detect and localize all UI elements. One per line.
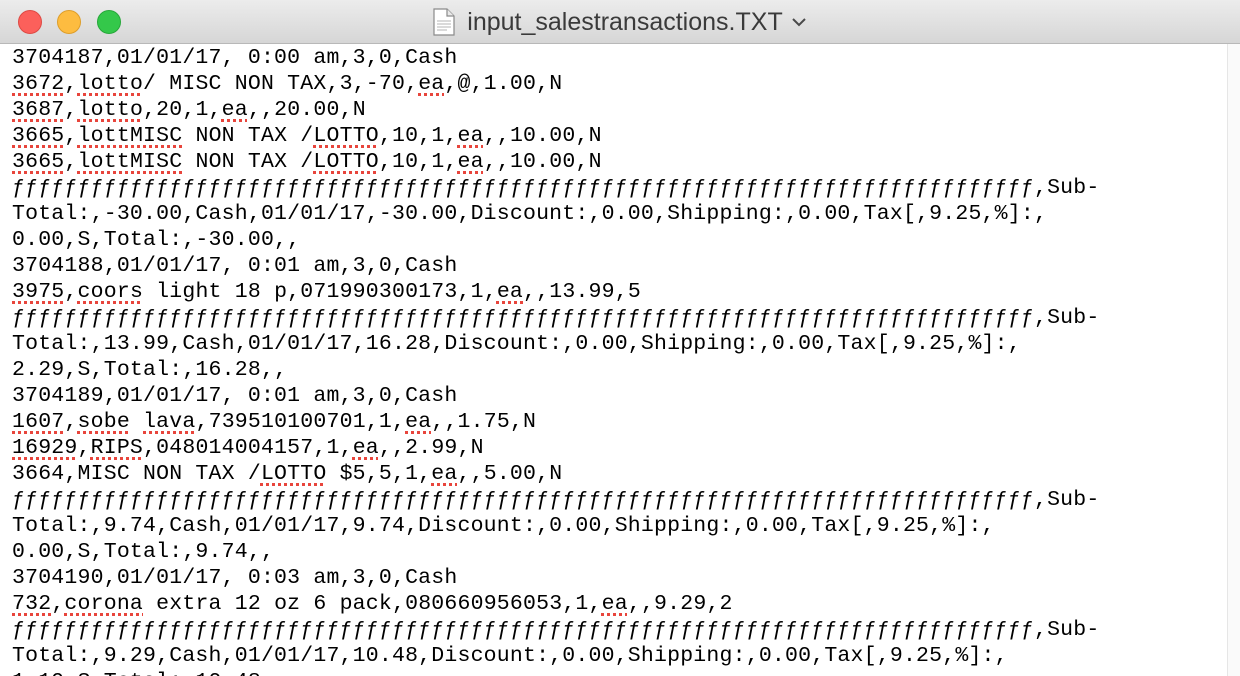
- chevron-down-icon[interactable]: [791, 17, 807, 27]
- misspelled-word: ea: [457, 150, 484, 174]
- misspelled-word: corona: [64, 592, 144, 616]
- misspelled-word: 3665: [12, 150, 65, 174]
- text-editor-area[interactable]: 3704187,01/01/17, 0:00 am,3,0,Cash 3672,l…: [12, 45, 1224, 676]
- misspelled-word: lotto: [77, 98, 144, 122]
- text-line: ƒƒƒƒƒƒƒƒƒƒƒƒƒƒƒƒƒƒƒƒƒƒƒƒƒƒƒƒƒƒƒƒƒƒƒƒƒƒƒƒ…: [12, 618, 1100, 642]
- window-title-group[interactable]: input_salestransactions.TXT: [0, 0, 1240, 44]
- text-line: 3704188,01/01/17, 0:01 am,3,0,Cash: [12, 254, 458, 278]
- misspelled-word: lottMISC: [77, 124, 183, 148]
- misspelled-word: ea: [496, 280, 524, 304]
- document-icon: [433, 8, 455, 36]
- text-line: Total:,9.29,Cash,01/01/17,10.48,Discount…: [12, 644, 1008, 668]
- text-line: 2.29,S,Total:,16.28,,: [12, 358, 288, 382]
- text-line: 3687,lotto,20,1,ea,,20.00,N: [12, 98, 366, 122]
- text-line: 3704189,01/01/17, 0:01 am,3,0,Cash: [12, 384, 458, 408]
- misspelled-word: lottMISC: [77, 150, 183, 174]
- text-line: 1.19,S,Total:,10.48,,: [12, 669, 1224, 676]
- misspelled-word: sobe: [77, 410, 130, 434]
- text-line: 3665,lottMISC NON TAX /LOTTO,10,1,ea,,10…: [12, 124, 602, 148]
- text-line: 3664,MISC NON TAX /LOTTO $5,5,1,ea,,5.00…: [12, 462, 563, 486]
- text-line: 3704187,01/01/17, 0:00 am,3,0,Cash: [12, 46, 458, 70]
- misspelled-word: ea: [457, 124, 484, 148]
- text-line: Total:,-30.00,Cash,01/01/17,-30.00,Disco…: [12, 202, 1048, 226]
- misspelled-word: LOTTO: [313, 124, 379, 148]
- vertical-scrollbar[interactable]: [1227, 44, 1240, 676]
- misspelled-word: lava: [143, 410, 196, 434]
- misspelled-word: ea: [352, 436, 379, 460]
- misspelled-word: LOTTO: [313, 150, 379, 174]
- misspelled-word: coors: [77, 280, 144, 304]
- misspelled-word: 3975: [12, 280, 65, 304]
- text-line: 3975,coors light 18 p,071990300173,1,ea,…: [12, 280, 641, 304]
- text-line: 3672,lotto/ MISC NON TAX,3,-70,ea,@,1.00…: [12, 72, 563, 96]
- misspelled-word: 732: [12, 592, 52, 616]
- misspelled-word: 3687: [12, 98, 65, 122]
- text-line: 16929,RIPS,048014004157,1,ea,,2.99,N: [12, 436, 484, 460]
- misspelled-word: RIPS: [90, 436, 144, 460]
- misspelled-word: ea: [405, 410, 432, 434]
- misspelled-word: ea: [418, 72, 445, 96]
- misspelled-word: LOTTO: [260, 462, 327, 486]
- text-line: 732,corona extra 12 oz 6 pack,0806609560…: [12, 592, 733, 616]
- window-title: input_salestransactions.TXT: [467, 7, 783, 36]
- text-line: 3665,lottMISC NON TAX /LOTTO,10,1,ea,,10…: [12, 150, 602, 174]
- text-line: 3704190,01/01/17, 0:03 am,3,0,Cash: [12, 566, 458, 590]
- misspelled-word: 16929: [12, 436, 78, 460]
- text-editor-window: input_salestransactions.TXT 3704187,01/0…: [0, 0, 1240, 676]
- misspelled-word: ea: [601, 592, 628, 616]
- misspelled-word: lotto: [77, 72, 144, 96]
- text-line: ƒƒƒƒƒƒƒƒƒƒƒƒƒƒƒƒƒƒƒƒƒƒƒƒƒƒƒƒƒƒƒƒƒƒƒƒƒƒƒƒ…: [12, 176, 1100, 200]
- text-line: Total:,9.74,Cash,01/01/17,9.74,Discount:…: [12, 514, 995, 538]
- title-bar[interactable]: input_salestransactions.TXT: [0, 0, 1240, 44]
- text-line: 0.00,S,Total:,-30.00,,: [12, 228, 301, 252]
- text-line: 1607,sobe lava,739510100701,1,ea,,1.75,N: [12, 410, 537, 434]
- misspelled-word: 3665: [12, 124, 65, 148]
- misspelled-word: 3672: [12, 72, 65, 96]
- text-line: 0.00,S,Total:,9.74,,: [12, 540, 275, 564]
- text-line: ƒƒƒƒƒƒƒƒƒƒƒƒƒƒƒƒƒƒƒƒƒƒƒƒƒƒƒƒƒƒƒƒƒƒƒƒƒƒƒƒ…: [12, 306, 1100, 330]
- misspelled-word: ea: [431, 462, 458, 486]
- misspelled-word: 1607: [12, 410, 65, 434]
- text-line: ƒƒƒƒƒƒƒƒƒƒƒƒƒƒƒƒƒƒƒƒƒƒƒƒƒƒƒƒƒƒƒƒƒƒƒƒƒƒƒƒ…: [12, 488, 1100, 512]
- text-line: Total:,13.99,Cash,01/01/17,16.28,Discoun…: [12, 332, 1021, 356]
- misspelled-word: ea: [221, 98, 248, 122]
